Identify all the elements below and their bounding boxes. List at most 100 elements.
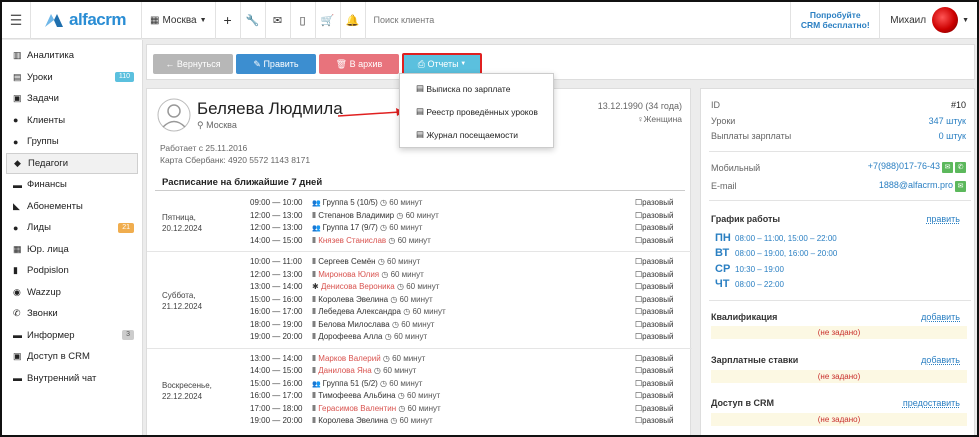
lesson-participant[interactable]: ✱ Денисова Вероника ◷ 60 минут bbox=[312, 282, 439, 291]
caret-down-icon[interactable]: ▼ bbox=[962, 17, 969, 24]
qualification-value: (не задано) bbox=[711, 326, 967, 339]
one-time-checkbox[interactable]: ☐разовый bbox=[635, 295, 673, 304]
user-name[interactable]: Михаил bbox=[890, 15, 926, 26]
tasks-icon: ▣ bbox=[13, 93, 22, 104]
menu-item-salary-statement[interactable]: ▤ Выписка по зарплате bbox=[400, 77, 553, 100]
city-select[interactable]: ▦ Москва ▼ bbox=[142, 15, 215, 26]
menu-item-lessons-registry[interactable]: ▤ Реестр проведённых уроков bbox=[400, 100, 553, 123]
one-time-checkbox[interactable]: ☐разовый bbox=[635, 236, 673, 245]
sidebar-item-groups[interactable]: ● Группы bbox=[2, 131, 142, 153]
lesson-participant[interactable]: ‖ Миронова Юлия ◷ 60 минут bbox=[312, 270, 424, 279]
doc-icon: ▤ bbox=[416, 83, 427, 93]
schedule-title: Расписание на ближайшие 7 дней bbox=[162, 177, 323, 188]
lessons-value[interactable]: 347 штук bbox=[929, 116, 966, 126]
one-time-checkbox[interactable]: ☐разовый bbox=[635, 257, 673, 266]
sidebar-item-podpislon[interactable]: ▮ Podpislon bbox=[2, 260, 142, 282]
menu-item-attendance-journal[interactable]: ▤ Журнал посещаемости bbox=[400, 123, 553, 146]
lesson-participant[interactable]: ‖ Сергеев Семён ◷ 60 минут bbox=[312, 257, 420, 266]
one-time-checkbox[interactable]: ☐разовый bbox=[635, 223, 673, 232]
one-time-checkbox[interactable]: ☐разовый bbox=[635, 404, 673, 413]
mobile-icon[interactable]: ▯ bbox=[291, 14, 315, 27]
teacher-name: Беляева Людмила bbox=[197, 99, 343, 118]
sidebar-item-tasks[interactable]: ▣ Задачи bbox=[2, 88, 142, 110]
one-time-checkbox[interactable]: ☐разовый bbox=[635, 198, 673, 207]
menu-icon[interactable]: ☰ bbox=[2, 12, 30, 29]
sidebar-item-leads[interactable]: ● Лиды 21 bbox=[2, 217, 142, 239]
payouts-value[interactable]: 0 штук bbox=[939, 131, 966, 141]
one-time-checkbox[interactable]: ☐разовый bbox=[635, 366, 673, 375]
lesson-participant[interactable]: ‖ Королева Эвелина ◷ 60 минут bbox=[312, 295, 433, 304]
edit-button[interactable]: ✎ Править bbox=[236, 54, 316, 74]
sidebar-item-wazzup[interactable]: ◉ Wazzup bbox=[2, 282, 142, 304]
user-avatar-icon bbox=[157, 98, 191, 132]
archive-button[interactable]: 🗑 В архив bbox=[319, 54, 399, 74]
mail-icon[interactable]: ✉ bbox=[266, 14, 290, 27]
one-time-checkbox[interactable]: ☐разовый bbox=[635, 416, 673, 425]
edit-schedule-link[interactable]: править bbox=[926, 214, 960, 224]
one-time-checkbox[interactable]: ☐разовый bbox=[635, 307, 673, 316]
salary-rates-title: Зарплатные ставки bbox=[711, 355, 799, 365]
logo[interactable]: alfacrm bbox=[31, 10, 141, 30]
lesson-participant[interactable]: ‖ Тимофеева Альбина ◷ 60 минут bbox=[312, 391, 440, 400]
back-button[interactable]: ← Вернуться bbox=[153, 54, 233, 74]
one-time-checkbox[interactable]: ☐разовый bbox=[635, 379, 673, 388]
mail-icon[interactable]: ✉ bbox=[955, 181, 966, 192]
day-separator bbox=[147, 347, 692, 349]
lesson-participant[interactable]: 👥 Группа 17 (9/7) ◷ 60 минут bbox=[312, 223, 422, 232]
lesson-participant[interactable]: ‖ Королева Эвелина ◷ 60 минут bbox=[312, 416, 433, 425]
one-time-checkbox[interactable]: ☐разовый bbox=[635, 391, 673, 400]
one-time-checkbox[interactable]: ☐разовый bbox=[635, 270, 673, 279]
lesson-participant[interactable]: ‖ Князев Станислав ◷ 60 минут bbox=[312, 236, 431, 245]
bell-icon[interactable]: 🔔 bbox=[341, 14, 365, 27]
building-icon: ▦ bbox=[150, 14, 160, 26]
lesson-participant[interactable]: ‖ Данилова Яна ◷ 60 минут bbox=[312, 366, 416, 375]
tag-icon: ◣ bbox=[13, 200, 20, 211]
promo-link[interactable]: Попробуйте CRM бесплатно! bbox=[799, 10, 871, 30]
sidebar-item-analytics[interactable]: ▥ Аналитика bbox=[2, 45, 142, 67]
work-hours: 10:30 – 19:00 bbox=[735, 265, 784, 274]
lock-icon: ▣ bbox=[13, 351, 22, 362]
clock-icon: ◷ bbox=[371, 366, 384, 375]
one-time-checkbox[interactable]: ☐разовый bbox=[635, 282, 673, 291]
one-time-checkbox[interactable]: ☐разовый bbox=[635, 320, 673, 329]
sidebar-item-teachers[interactable]: ◆ Педагоги bbox=[6, 152, 138, 174]
grant-access-link[interactable]: предоставить bbox=[903, 398, 960, 408]
lesson-participant[interactable]: 👥 Группа 5 (10/5) ◷ 60 минут bbox=[312, 198, 422, 207]
plus-icon[interactable]: + bbox=[216, 12, 240, 28]
lesson-participant[interactable]: ‖ Дорофеева Алла ◷ 60 минут bbox=[312, 332, 427, 341]
sms-icon[interactable]: ✉ bbox=[942, 162, 953, 173]
search-input[interactable]: Поиск клиента bbox=[366, 15, 791, 25]
add-salary-rate-link[interactable]: добавить bbox=[921, 355, 960, 365]
clock-icon: ◷ bbox=[379, 269, 391, 279]
lesson-time: 15:00 — 16:00 bbox=[250, 294, 303, 304]
wrench-icon[interactable]: 🔧 bbox=[241, 14, 265, 27]
sidebar-item-legal[interactable]: ▦ Юр. лица bbox=[2, 239, 142, 261]
cart-icon[interactable]: 🛒 bbox=[316, 14, 340, 27]
sidebar-item-subscriptions[interactable]: ◣ Абонементы bbox=[2, 196, 142, 218]
one-time-checkbox[interactable]: ☐разовый bbox=[635, 332, 673, 341]
lesson-participant[interactable]: ‖ Герасимов Валентин ◷ 60 минут bbox=[312, 404, 441, 413]
mobile-value: +7(988)017-76-43 ✉ ✆ bbox=[868, 161, 966, 173]
qualification-title: Квалификация bbox=[711, 312, 778, 322]
add-qualification-link[interactable]: добавить bbox=[921, 312, 960, 322]
clock-icon: ◷ bbox=[395, 391, 407, 400]
avatar[interactable] bbox=[932, 7, 959, 33]
sidebar-item-calls[interactable]: ✆ Звонки bbox=[2, 303, 142, 325]
one-time-checkbox[interactable]: ☐разовый bbox=[635, 211, 673, 220]
lesson-participant[interactable]: ‖ Степанов Владимир ◷ 60 минут bbox=[312, 211, 439, 220]
sidebar-item-clients[interactable]: ● Клиенты bbox=[2, 110, 142, 132]
sidebar-item-chat[interactable]: ▬ Внутренний чат bbox=[2, 368, 142, 390]
sidebar-item-informer[interactable]: ▬ Информер 3 bbox=[2, 325, 142, 347]
reports-button[interactable]: ⎙ Отчеты ▼ bbox=[402, 53, 482, 75]
lesson-participant[interactable]: ‖ Марков Валерий ◷ 60 минут bbox=[312, 354, 425, 363]
phone-icon[interactable]: ✆ bbox=[955, 162, 966, 173]
sidebar-item-finance[interactable]: ▬ Финансы bbox=[2, 174, 142, 196]
one-time-checkbox[interactable]: ☐разовый bbox=[635, 354, 673, 363]
lesson-time: 13:00 — 14:00 bbox=[250, 282, 303, 291]
lesson-participant[interactable]: 👥 Группа 51 (5/2) ◷ 60 минут bbox=[312, 379, 422, 388]
lesson-participant[interactable]: ‖ Белова Милослава ◷ 60 минут bbox=[312, 320, 434, 329]
sidebar-item-crm-access[interactable]: ▣ Доступ в CRM bbox=[2, 346, 142, 368]
sidebar-item-lessons[interactable]: ▤ Уроки 110 bbox=[2, 67, 142, 89]
lesson-participant[interactable]: ‖ Лебедева Александра ◷ 60 минут bbox=[312, 307, 446, 316]
lessons-count-badge: 110 bbox=[114, 72, 134, 83]
